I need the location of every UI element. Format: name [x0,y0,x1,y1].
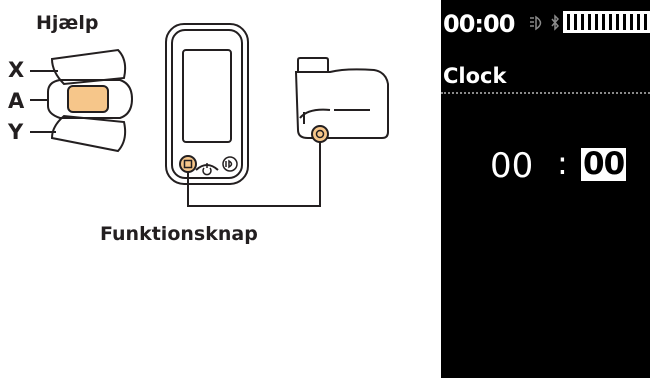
title-divider [441,92,650,94]
junction-unit [294,57,389,139]
status-time: 00:00 [443,10,515,38]
clock-hours: 00 [490,146,534,186]
y-button-label: Y [8,120,24,144]
switch-y-button [50,114,127,153]
switch-unit-diagram [30,23,389,207]
switch-a-button [67,85,109,113]
battery-icon [563,11,650,33]
clock-minutes-selected: 00 [581,146,627,182]
light-button-icon [222,156,238,172]
clock-setting-screen: 00:00 Clock 00 : 00 [441,0,650,378]
function-button-icon [179,155,197,173]
light-icon [530,14,560,31]
help-label: Hjælp [36,12,99,34]
junction-port-icon [311,125,329,143]
function-button-label: Funktionsknap [100,223,258,245]
computer-screen [182,49,232,143]
screen-title: Clock [443,64,507,88]
switch-x-button [50,48,127,86]
x-button-label: X [8,58,25,82]
clock-separator: : [557,144,568,182]
bluetooth-icon [551,14,560,31]
label-leader-lines [30,70,58,133]
a-button-label: A [8,89,25,113]
